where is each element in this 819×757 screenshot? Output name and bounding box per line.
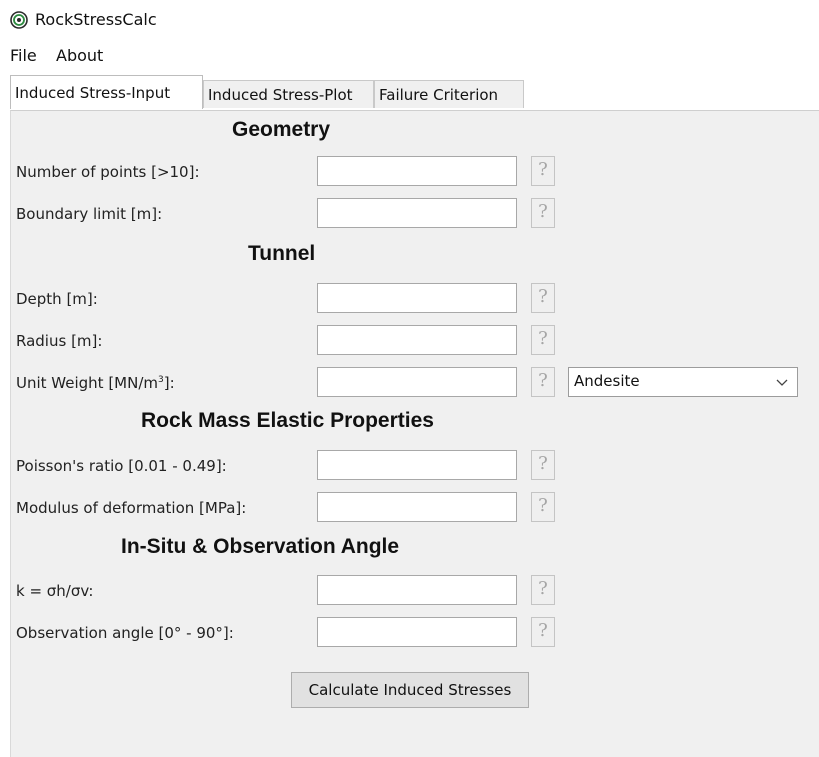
observation-angle-help-button[interactable]: ? (531, 617, 555, 647)
num-points-label: Number of points [>10]: (16, 163, 200, 181)
poisson-help-button[interactable]: ? (531, 450, 555, 480)
num-points-help-button[interactable]: ? (531, 156, 555, 186)
title-bar: RockStressCalc (0, 0, 819, 40)
section-tunnel: Tunnel (248, 242, 316, 265)
tab-bar: Induced Stress-Input Induced Stress-Plot… (0, 72, 819, 112)
poisson-label: Poisson's ratio [0.01 - 0.49]: (16, 457, 227, 475)
poisson-input[interactable] (317, 450, 517, 480)
rock-type-selected-value: Andesite (574, 372, 640, 390)
depth-input[interactable] (317, 283, 517, 313)
k-ratio-input[interactable] (317, 575, 517, 605)
depth-help-button[interactable]: ? (531, 283, 555, 313)
boundary-limit-input[interactable] (317, 198, 517, 228)
menu-bar: File About (0, 40, 819, 70)
unit-weight-label-suffix: ]: (163, 374, 175, 392)
tab-induced-stress-plot[interactable]: Induced Stress-Plot (203, 80, 374, 108)
radius-input[interactable] (317, 325, 517, 355)
modulus-help-button[interactable]: ? (531, 492, 555, 522)
tab-failure-criterion[interactable]: Failure Criterion (374, 80, 524, 108)
section-geometry: Geometry (232, 118, 331, 141)
window-title: RockStressCalc (35, 10, 157, 29)
modulus-label: Modulus of deformation [MPa]: (16, 499, 247, 517)
unit-weight-help-button[interactable]: ? (531, 367, 555, 397)
radius-help-button[interactable]: ? (531, 325, 555, 355)
observation-angle-input[interactable] (317, 617, 517, 647)
observation-angle-label: Observation angle [0° - 90°]: (16, 624, 234, 642)
menu-file[interactable]: File (10, 46, 37, 65)
radius-label: Radius [m]: (16, 332, 103, 350)
menu-about[interactable]: About (56, 46, 103, 65)
tab-induced-stress-input[interactable]: Induced Stress-Input (10, 75, 203, 109)
unit-weight-input[interactable] (317, 367, 517, 397)
unit-weight-label: Unit Weight [MN/m3]: (16, 374, 175, 392)
chevron-down-icon (776, 379, 788, 386)
rock-type-select[interactable]: Andesite (568, 367, 798, 397)
k-ratio-help-button[interactable]: ? (531, 575, 555, 605)
k-ratio-label: k = σh/σv: (16, 582, 94, 600)
num-points-input[interactable] (317, 156, 517, 186)
target-icon (10, 11, 28, 29)
unit-weight-label-prefix: Unit Weight [MN/m (16, 374, 159, 392)
section-in-situ: In-Situ & Observation Angle (121, 535, 400, 558)
boundary-limit-help-button[interactable]: ? (531, 198, 555, 228)
section-rock-mass: Rock Mass Elastic Properties (141, 409, 434, 432)
depth-label: Depth [m]: (16, 290, 98, 308)
calculate-induced-stresses-button[interactable]: Calculate Induced Stresses (291, 672, 529, 708)
modulus-input[interactable] (317, 492, 517, 522)
boundary-limit-label: Boundary limit [m]: (16, 205, 163, 223)
